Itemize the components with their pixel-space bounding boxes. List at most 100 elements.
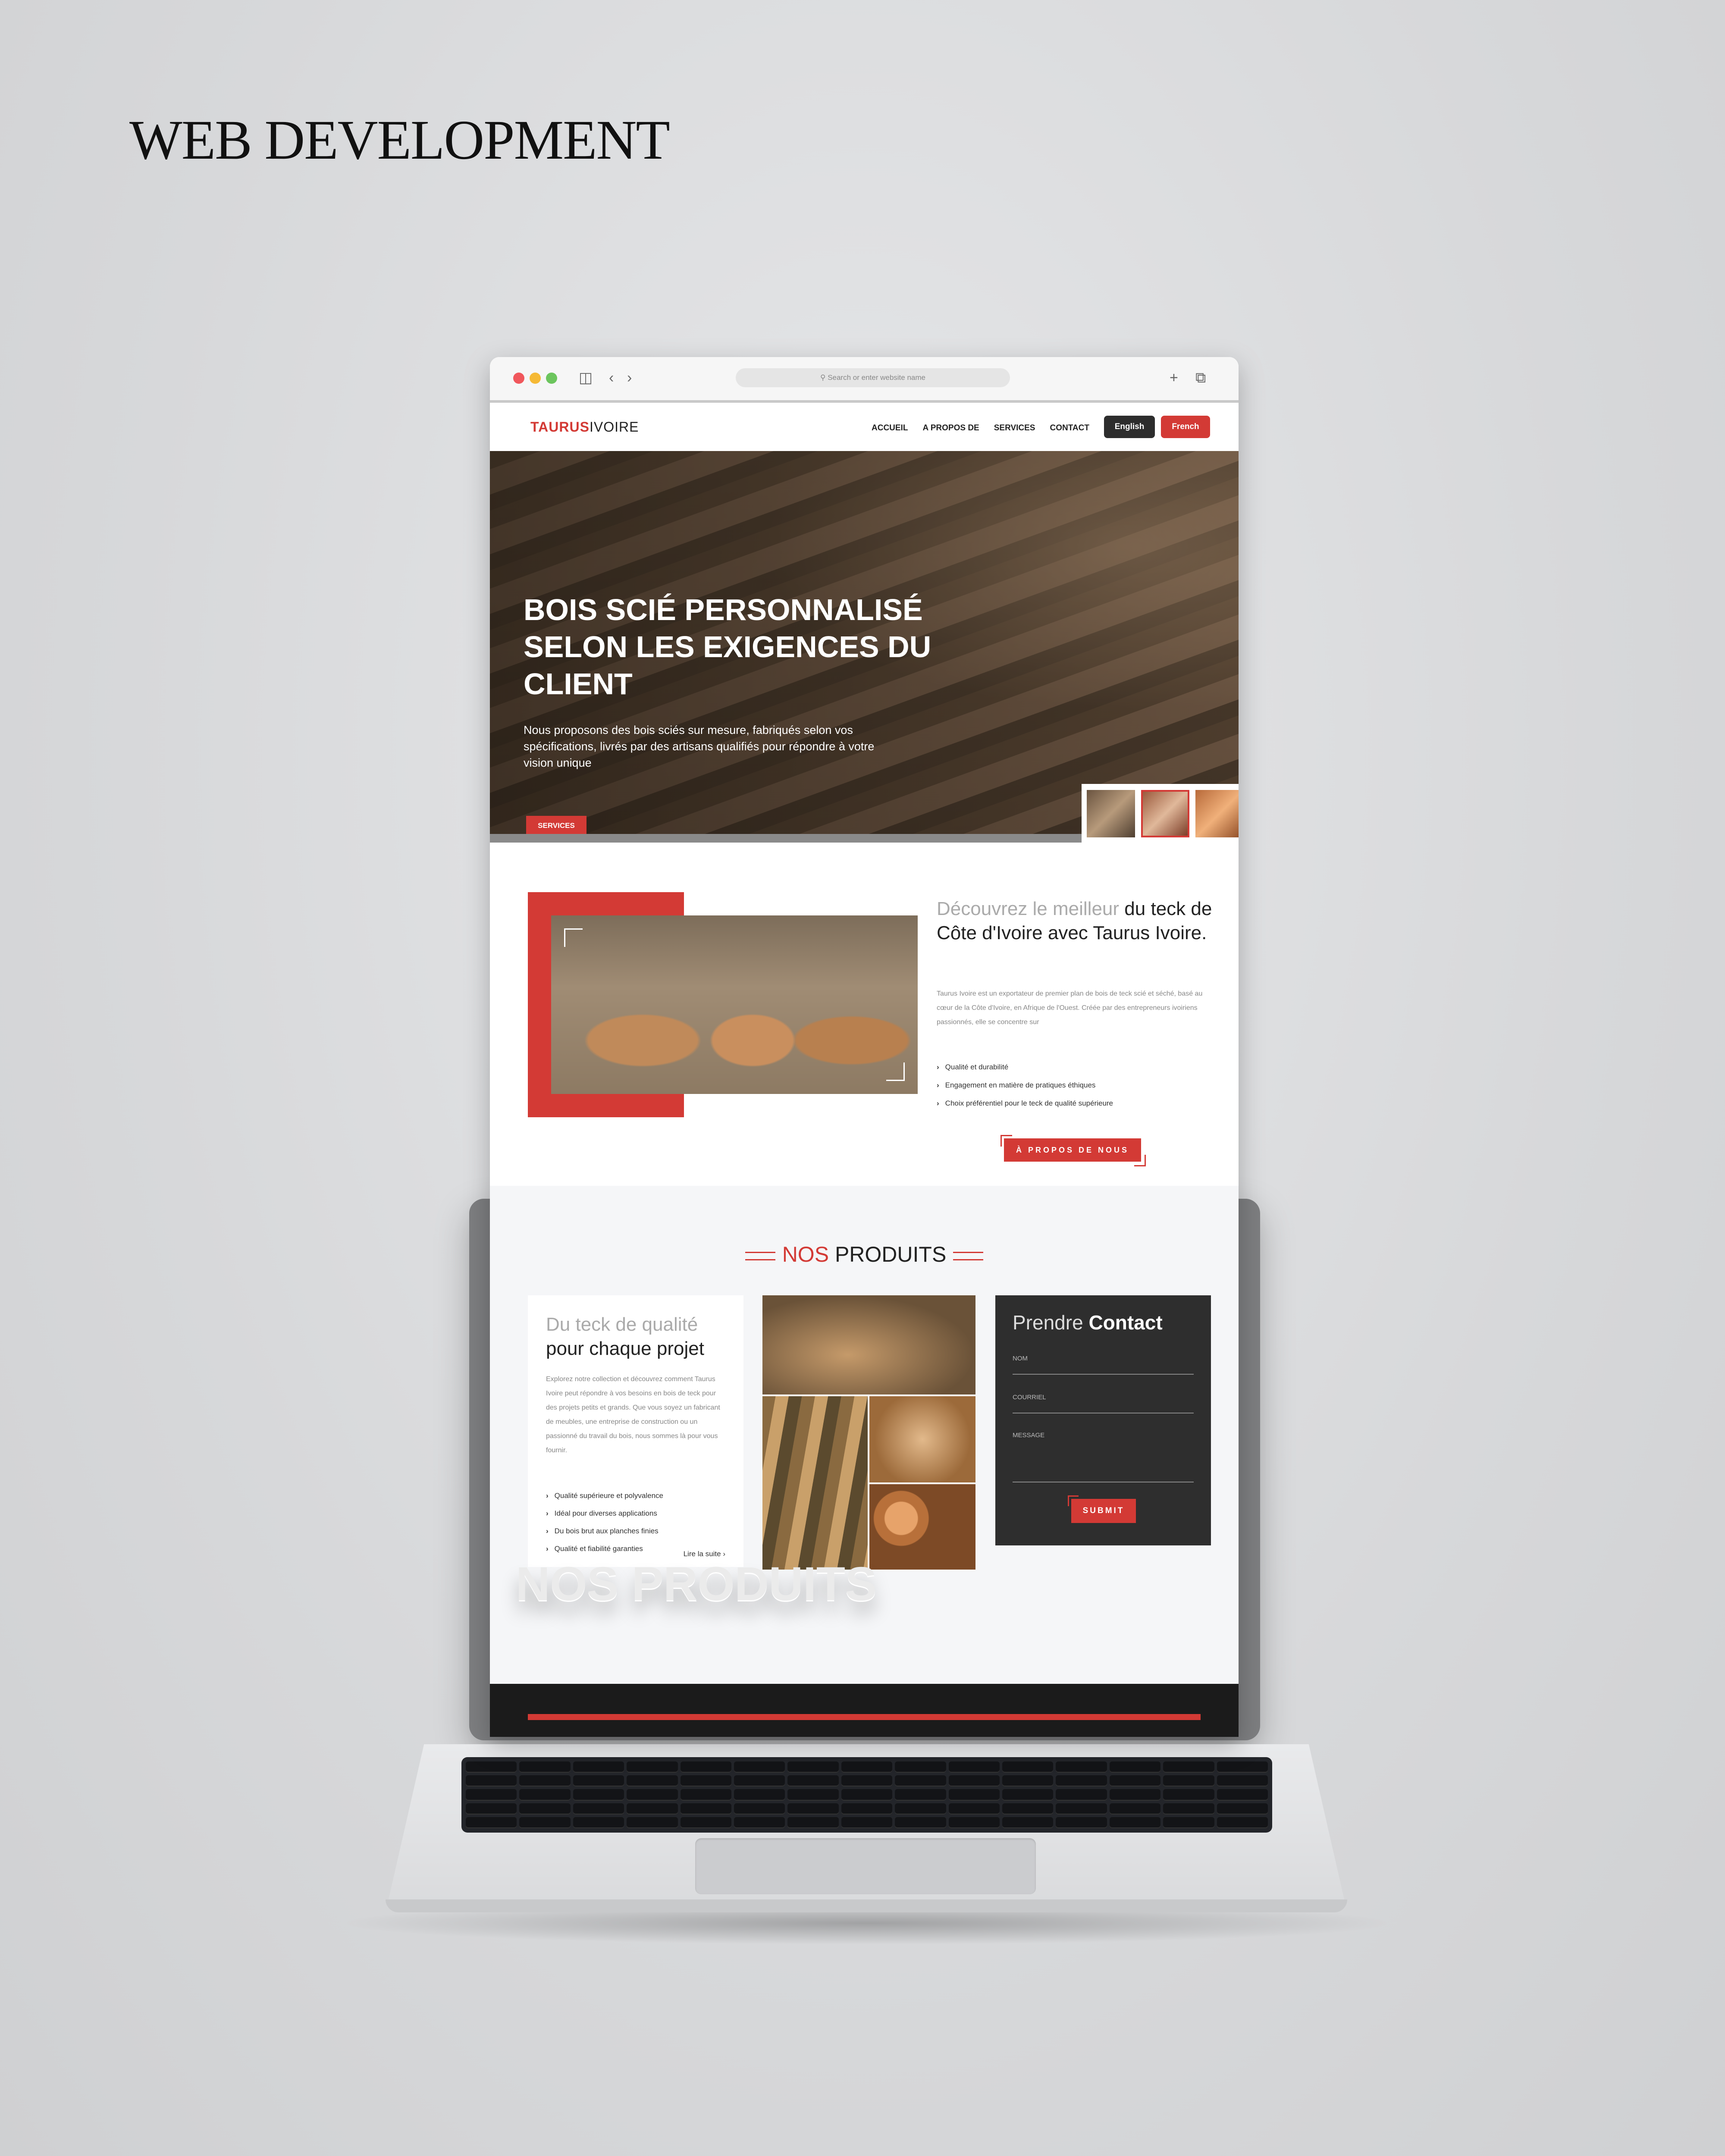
keyboard-key — [573, 1775, 624, 1787]
nav-link-accueil[interactable]: ACCUEIL — [872, 423, 908, 433]
button-bracket — [1134, 1155, 1146, 1166]
page-title: WEB DEVELOPMENT — [129, 109, 670, 171]
name-field[interactable]: NOM — [1013, 1355, 1194, 1375]
keyboard-key — [895, 1761, 946, 1773]
product-photo — [869, 1484, 975, 1570]
hero-thumbnail[interactable] — [1087, 790, 1135, 837]
keyboard-key — [1056, 1775, 1107, 1787]
hero-description: Nous proposons des bois sciés sur mesure… — [524, 724, 875, 769]
list-item-text: Qualité et fiabilité garanties — [554, 1545, 643, 1553]
keyboard-key — [466, 1761, 517, 1773]
new-tab-icon[interactable]: + — [1170, 369, 1178, 386]
footer-accent-bar — [528, 1714, 1201, 1720]
french-button[interactable]: French — [1161, 416, 1210, 438]
nav-link-services[interactable]: SERVICES — [994, 423, 1035, 433]
keyboard-key — [573, 1817, 624, 1828]
list-item: › Du bois brut aux planches finies — [546, 1522, 663, 1540]
logo-part-ivoire: IVOIRE — [589, 419, 639, 435]
about-title-light: Découvrez le meilleur — [937, 898, 1120, 919]
list-item-text: Qualité supérieure et polyvalence — [554, 1492, 663, 1500]
keyboard-key — [734, 1789, 785, 1801]
product-photo — [869, 1396, 975, 1482]
hero-banner: BOIS SCIÉ PERSONNALISÉ SELON LES EXIGENC… — [490, 451, 1239, 836]
products-heading-strong: PRODUITS — [834, 1242, 947, 1266]
address-bar[interactable]: ⚲ Search or enter website name — [736, 368, 1010, 387]
submit-button[interactable]: SUBMIT — [1071, 1499, 1136, 1523]
sidebar-icon[interactable]: ◫ — [579, 369, 593, 386]
keyboard-key — [680, 1761, 731, 1773]
keyboard-key — [1217, 1775, 1268, 1787]
keyboard-key — [1056, 1817, 1107, 1828]
keyboard-key — [948, 1817, 1000, 1828]
logo-part-taurus: TAURUS — [530, 419, 590, 435]
search-icon: ⚲ — [820, 373, 826, 382]
keyboard-key — [466, 1817, 517, 1828]
keyboard-key — [1163, 1789, 1214, 1801]
chevron-right-icon: › — [937, 1081, 939, 1089]
keyboard-key — [573, 1761, 624, 1773]
laptop-base-edge — [386, 1899, 1347, 1912]
about-us-button[interactable]: À PROPOS DE NOUS — [1004, 1138, 1141, 1162]
keyboard-key — [627, 1789, 678, 1801]
chevron-right-icon: › — [546, 1492, 549, 1500]
products-heading: NOS PRODUITS — [490, 1242, 1239, 1267]
keyboard-key — [1109, 1803, 1161, 1814]
english-button[interactable]: English — [1104, 416, 1155, 438]
back-icon[interactable]: ‹ — [609, 369, 614, 386]
nav-link-contact[interactable]: CONTACT — [1050, 423, 1089, 433]
keyboard-key — [948, 1775, 1000, 1787]
keyboard-key — [948, 1803, 1000, 1814]
chevron-right-icon: › — [546, 1509, 549, 1517]
chevron-right-icon: › — [546, 1527, 549, 1535]
keyboard-key — [573, 1803, 624, 1814]
keyboard-key — [519, 1775, 571, 1787]
contact-title: Prendre Contact — [1013, 1311, 1163, 1334]
hero-thumbnail-active[interactable] — [1141, 790, 1189, 837]
keyboard-key — [1217, 1817, 1268, 1828]
nav-link-a-propos[interactable]: A PROPOS DE — [922, 423, 979, 433]
keyboard-key — [1217, 1803, 1268, 1814]
close-window-dot[interactable] — [513, 373, 524, 384]
keyboard-key — [734, 1817, 785, 1828]
about-list: › Qualité et durabilité › Engagement en ma… — [937, 1058, 1113, 1112]
list-item-text: Du bois brut aux planches finies — [554, 1527, 659, 1535]
keyboard-key — [734, 1775, 785, 1787]
chevron-right-icon: › — [546, 1545, 549, 1553]
keyboard-key — [1163, 1775, 1214, 1787]
keyboard-key — [1217, 1761, 1268, 1773]
nav-links: ACCUEIL A PROPOS DE SERVICES CONTACT — [872, 423, 1089, 433]
keyboard-key — [895, 1817, 946, 1828]
keyboard-key — [466, 1803, 517, 1814]
heading-decoration — [953, 1251, 984, 1260]
keyboard-key — [1109, 1817, 1161, 1828]
hero-thumbnail[interactable] — [1195, 790, 1239, 837]
corner-bracket-icon — [564, 928, 583, 947]
about-teak-photo — [551, 915, 918, 1094]
product-photo — [762, 1396, 868, 1570]
keyboard-key — [573, 1789, 624, 1801]
keyboard-key — [1217, 1789, 1268, 1801]
message-field[interactable]: MESSAGE — [1013, 1432, 1194, 1482]
keyboard-key — [627, 1803, 678, 1814]
keyboard-key — [841, 1817, 893, 1828]
maximize-window-dot[interactable] — [546, 373, 557, 384]
site-logo[interactable]: TAURUSIVOIRE — [530, 419, 639, 435]
keyboard-key — [627, 1775, 678, 1787]
forward-icon[interactable]: › — [627, 369, 632, 386]
keyboard-key — [895, 1803, 946, 1814]
keyboard-key — [680, 1789, 731, 1801]
minimize-window-dot[interactable] — [530, 373, 541, 384]
email-field[interactable]: COURRIEL — [1013, 1394, 1194, 1413]
browser-window: ◫ ‹ › ⚲ Search or enter website name + ⧉… — [490, 357, 1239, 1737]
keyboard-key — [787, 1775, 839, 1787]
keyboard-key — [519, 1789, 571, 1801]
product-photo — [762, 1295, 975, 1395]
list-item-text: Qualité et durabilité — [945, 1063, 1009, 1071]
product-card-title: Du teck de qualité pour chaque projet — [546, 1313, 704, 1361]
about-description: Taurus Ivoire est un exportateur de prem… — [937, 990, 1203, 1026]
tabs-overview-icon[interactable]: ⧉ — [1195, 369, 1206, 386]
chevron-right-icon: › — [937, 1063, 939, 1071]
hero-services-button[interactable]: SERVICES — [526, 816, 586, 836]
keyboard-key — [787, 1817, 839, 1828]
product-intro-card: Du teck de qualité pour chaque projet Ex… — [528, 1295, 743, 1567]
